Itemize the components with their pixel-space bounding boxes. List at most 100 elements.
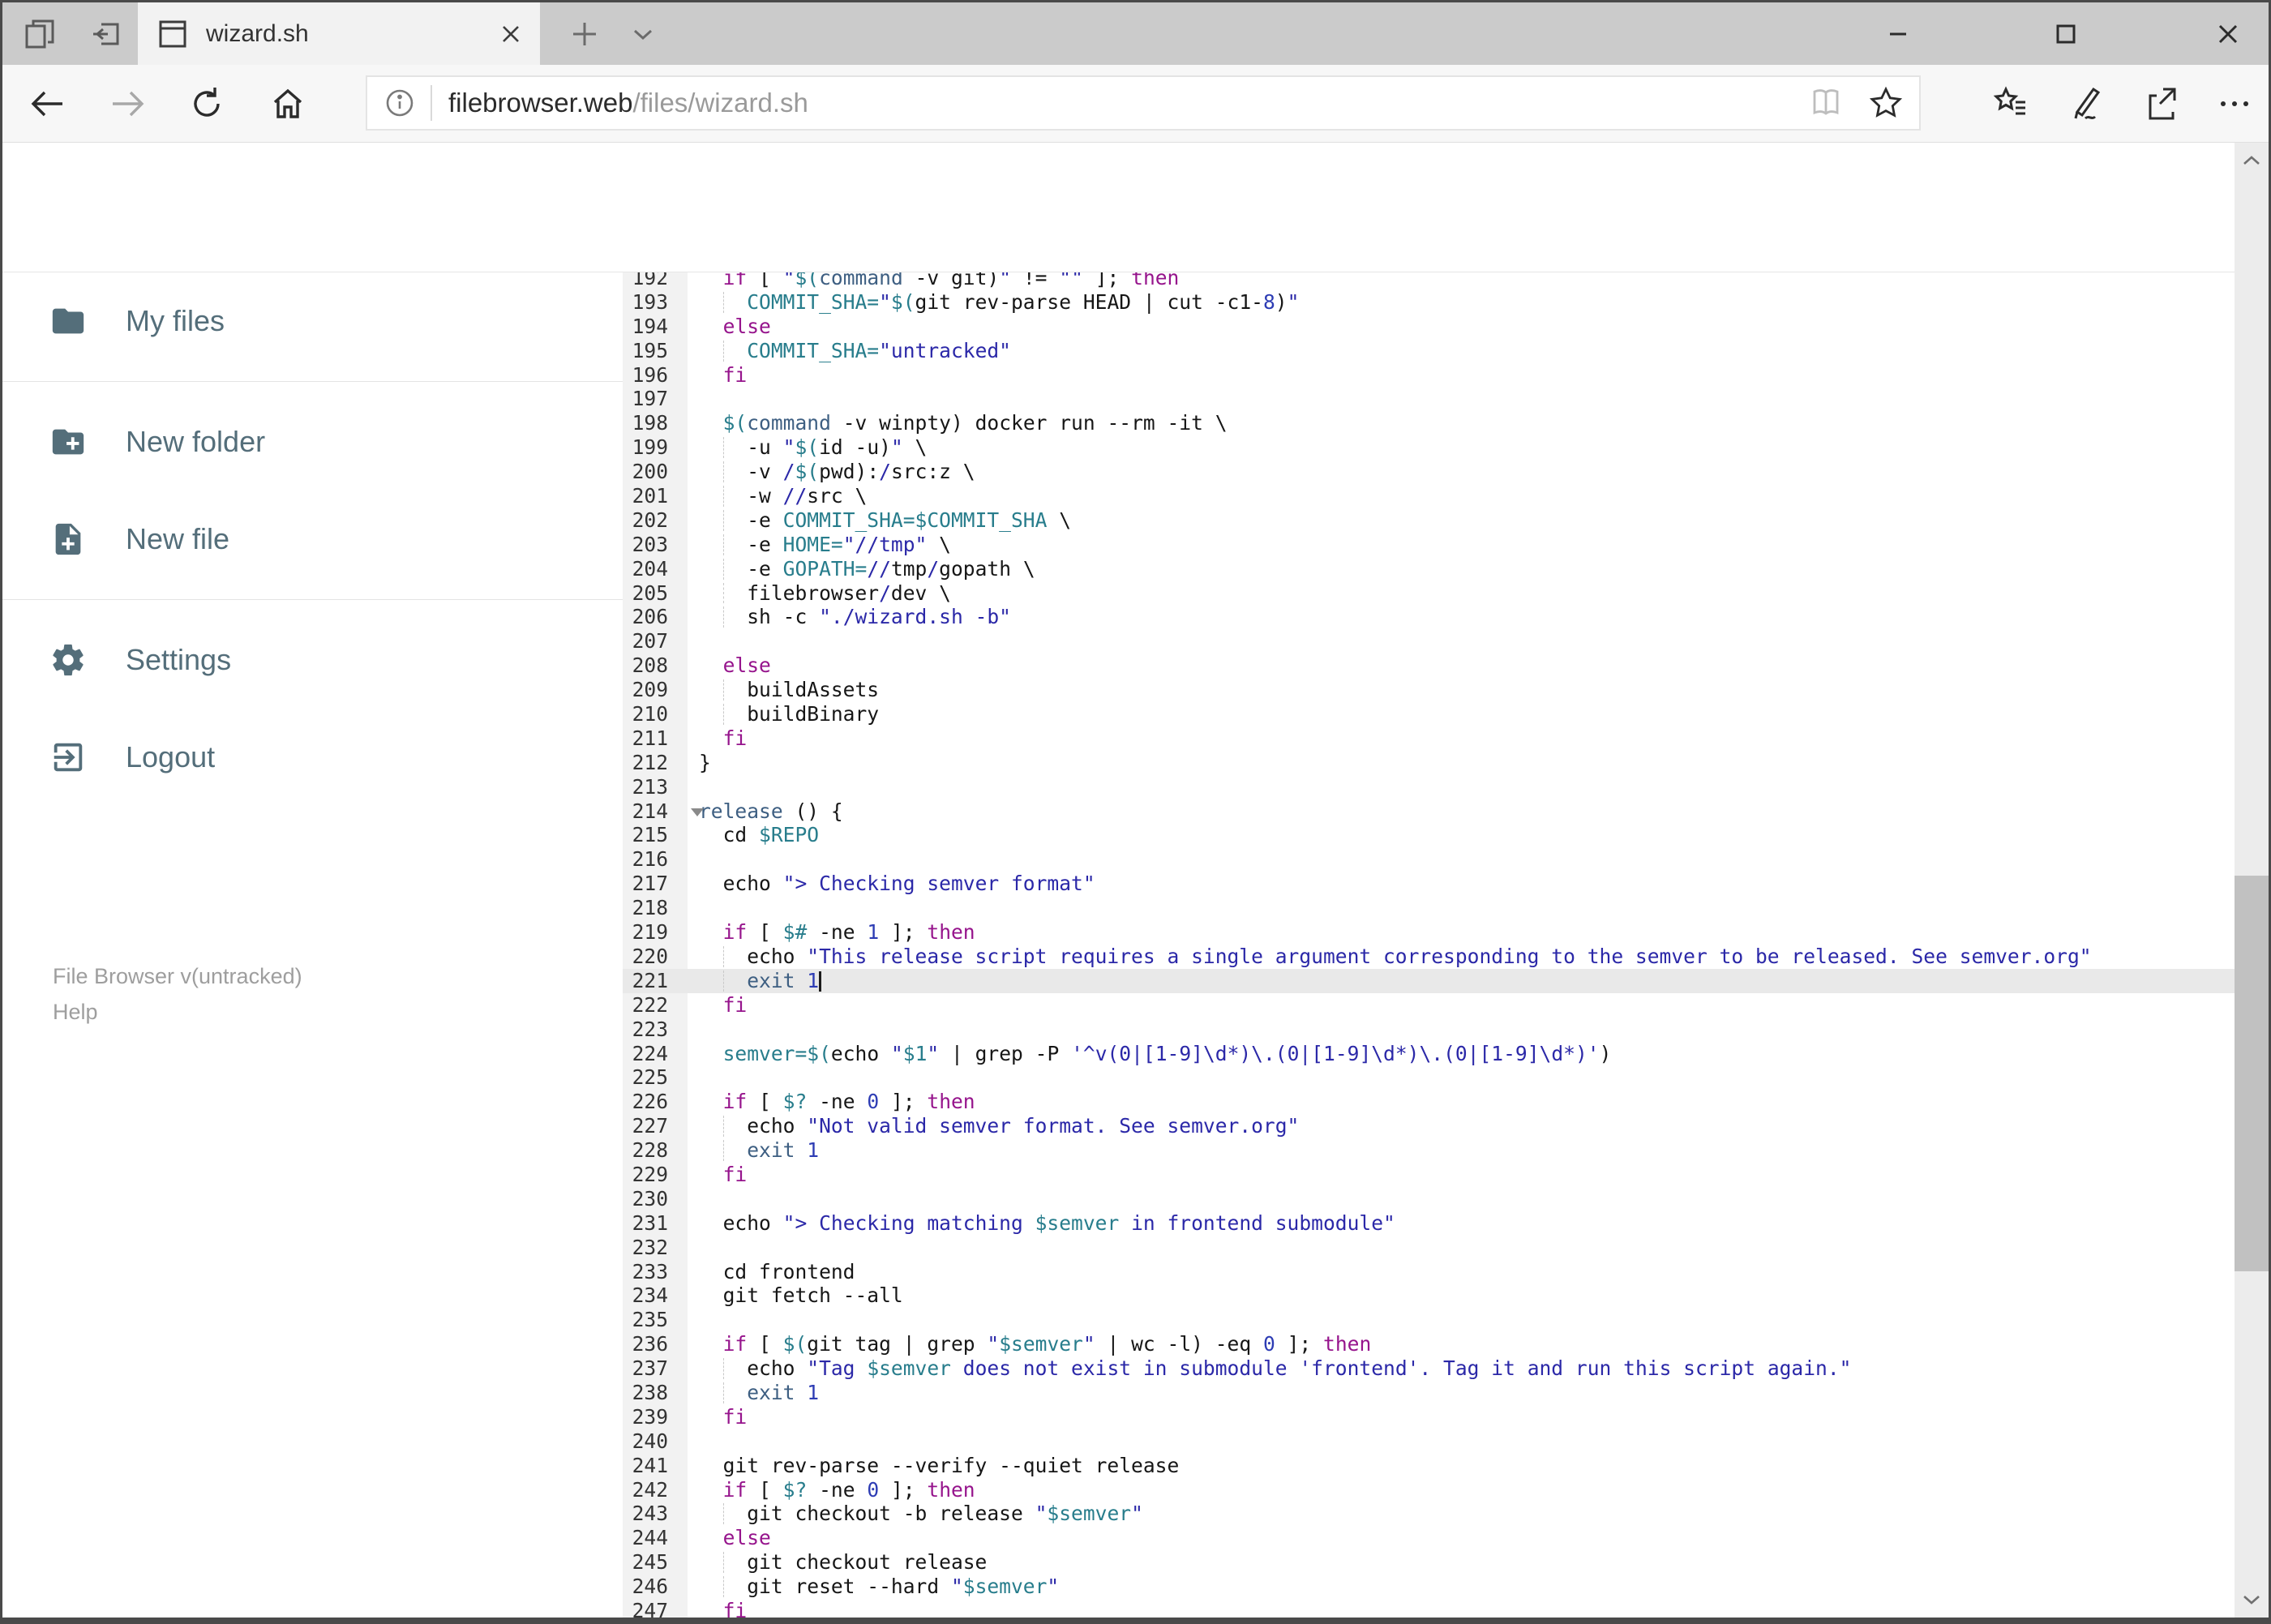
close-tab-icon[interactable]: [498, 21, 524, 47]
code-line[interactable]: 217 echo "> Checking semver format": [623, 872, 2235, 896]
code-line[interactable]: 229 fi: [623, 1163, 2235, 1187]
sidebar-item-new-folder[interactable]: New folder: [2, 393, 623, 491]
sidebar-item-settings[interactable]: Settings: [2, 611, 623, 709]
code-line[interactable]: 246 git reset --hard "$semver": [623, 1575, 2235, 1599]
code-line[interactable]: 207: [623, 629, 2235, 653]
code-line[interactable]: 234 git fetch --all: [623, 1283, 2235, 1308]
code-line[interactable]: 212}: [623, 751, 2235, 775]
code-line[interactable]: 239 fi: [623, 1405, 2235, 1429]
code-line[interactable]: 223: [623, 1018, 2235, 1042]
code-line[interactable]: 192 if [ "$(command -v git)" != "" ]; th…: [623, 272, 2235, 290]
code-line[interactable]: 224 semver=$(echo "$1" | grep -P '^v(0|[…: [623, 1042, 2235, 1066]
code-line[interactable]: 196 fi: [623, 363, 2235, 388]
code-line[interactable]: 216: [623, 847, 2235, 872]
code-line[interactable]: 197: [623, 387, 2235, 411]
sidebar-item-label: Logout: [126, 740, 216, 773]
code-line[interactable]: 227 echo "Not valid semver format. See s…: [623, 1114, 2235, 1138]
maximize-button[interactable]: [2029, 2, 2102, 65]
code-line[interactable]: 204 -e GOPATH=//tmp/gopath \: [623, 557, 2235, 581]
code-line[interactable]: 238 exit 1: [623, 1381, 2235, 1405]
code-line[interactable]: 226 if [ $? -ne 0 ]; then: [623, 1090, 2235, 1114]
code-line[interactable]: 231 echo "> Checking matching $semver in…: [623, 1211, 2235, 1236]
site-info-icon[interactable]: [382, 85, 418, 121]
code-line[interactable]: 242 if [ $? -ne 0 ]; then: [623, 1478, 2235, 1502]
code-line[interactable]: 214 release () {: [623, 799, 2235, 824]
code-line[interactable]: 241 git rev-parse --verify --quiet relea…: [623, 1454, 2235, 1478]
code-line[interactable]: 232: [623, 1236, 2235, 1260]
sidebar-item-my-files[interactable]: My files: [2, 272, 623, 370]
code-line[interactable]: 202 -e COMMIT_SHA=$COMMIT_SHA \: [623, 508, 2235, 533]
code-line[interactable]: 228 exit 1: [623, 1138, 2235, 1163]
code-line[interactable]: 198 $(command -v winpty) docker run --rm…: [623, 411, 2235, 435]
code-line[interactable]: 209 buildAssets: [623, 678, 2235, 702]
code-line[interactable]: 213: [623, 775, 2235, 799]
scrollbar-thumb[interactable]: [2235, 876, 2269, 1271]
code-line[interactable]: 236 if [ $(git tag | grep "$semver" | wc…: [623, 1332, 2235, 1356]
browser-tab-bar: wizard.sh: [2, 2, 2269, 65]
web-notes-pen-icon[interactable]: [2066, 84, 2105, 123]
new-tab-button[interactable]: [562, 2, 607, 65]
code-line[interactable]: 195 COMMIT_SHA="untracked": [623, 339, 2235, 363]
forward-button[interactable]: [98, 65, 156, 142]
sidebar-item-new-file[interactable]: New file: [2, 491, 623, 588]
code-line[interactable]: 233 cd frontend: [623, 1260, 2235, 1284]
code-line[interactable]: 218: [623, 896, 2235, 920]
code-line[interactable]: 235: [623, 1308, 2235, 1332]
reading-view-icon[interactable]: [1807, 84, 1845, 122]
help-link[interactable]: Help: [53, 994, 302, 1030]
line-number: 194: [632, 314, 668, 338]
code-line[interactable]: 201 -w //src \: [623, 484, 2235, 508]
indent-guide: [722, 945, 724, 967]
vertical-scrollbar[interactable]: [2235, 143, 2269, 1618]
code-line[interactable]: 240: [623, 1429, 2235, 1454]
indent-guide: [722, 340, 724, 362]
code-line[interactable]: 245 git checkout release: [623, 1550, 2235, 1575]
home-button[interactable]: [259, 65, 317, 142]
sidebar-item-logout[interactable]: Logout: [2, 709, 623, 806]
code-line[interactable]: 215 cd $REPO: [623, 823, 2235, 847]
scroll-up-button[interactable]: [2235, 143, 2269, 178]
scroll-down-button[interactable]: [2235, 1582, 2269, 1618]
code-line[interactable]: 210 buildBinary: [623, 702, 2235, 726]
minimize-button[interactable]: [1862, 2, 1935, 65]
code-line[interactable]: 208 else: [623, 653, 2235, 678]
tab-list-button[interactable]: [620, 2, 666, 65]
indent-guide: [722, 1358, 724, 1379]
code-line[interactable]: 220 echo "This release script requires a…: [623, 945, 2235, 969]
share-icon[interactable]: [2140, 84, 2179, 123]
code-text: release () {: [699, 799, 843, 823]
forward-icon: [108, 84, 147, 123]
code-line[interactable]: 200 -v /$(pwd):/src:z \: [623, 460, 2235, 484]
hub-favorites-icon[interactable]: [1991, 84, 2030, 123]
more-options-icon[interactable]: [2215, 84, 2254, 123]
code-line[interactable]: 205 filebrowser/dev \: [623, 581, 2235, 606]
code-line[interactable]: 211 fi: [623, 726, 2235, 751]
refresh-button[interactable]: [178, 65, 236, 142]
back-button[interactable]: [19, 65, 77, 142]
code-line[interactable]: 243 git checkout -b release "$semver": [623, 1502, 2235, 1526]
code-line[interactable]: 203 -e HOME="//tmp" \: [623, 533, 2235, 557]
browser-tab-wizard[interactable]: wizard.sh: [138, 2, 540, 65]
code-line[interactable]: 247 fi: [623, 1599, 2235, 1618]
code-line[interactable]: 237 echo "Tag $semver does not exist in …: [623, 1356, 2235, 1381]
line-number: 200: [632, 460, 668, 484]
code-text: if [ $? -ne 0 ]; then: [722, 1090, 975, 1114]
favorite-star-icon[interactable]: [1867, 84, 1905, 122]
code-line[interactable]: 199 -u "$(id -u)" \: [623, 435, 2235, 460]
code-line[interactable]: 193 COMMIT_SHA="$(git rev-parse HEAD | c…: [623, 290, 2235, 315]
code-line[interactable]: 222 fi: [623, 993, 2235, 1018]
set-tabs-aside-button[interactable]: [84, 2, 129, 65]
address-bar[interactable]: filebrowser.web/files/wizard.sh: [366, 75, 1921, 131]
code-line[interactable]: 230: [623, 1187, 2235, 1211]
code-editor[interactable]: 192 if [ "$(command -v git)" != "" ]; th…: [623, 272, 2235, 1618]
code-line[interactable]: 221 exit 1: [623, 968, 2235, 993]
fold-marker-icon[interactable]: [691, 808, 704, 816]
code-line[interactable]: 194 else: [623, 315, 2235, 339]
code-line[interactable]: 219 if [ $# -ne 1 ]; then: [623, 920, 2235, 945]
code-line[interactable]: 244 else: [623, 1526, 2235, 1550]
tab-preview-button[interactable]: [17, 2, 62, 65]
code-line[interactable]: 206 sh -c "./wizard.sh -b": [623, 605, 2235, 629]
close-window-button[interactable]: [2192, 2, 2265, 65]
code-line[interactable]: 225: [623, 1065, 2235, 1090]
indent-guide: [722, 704, 724, 725]
